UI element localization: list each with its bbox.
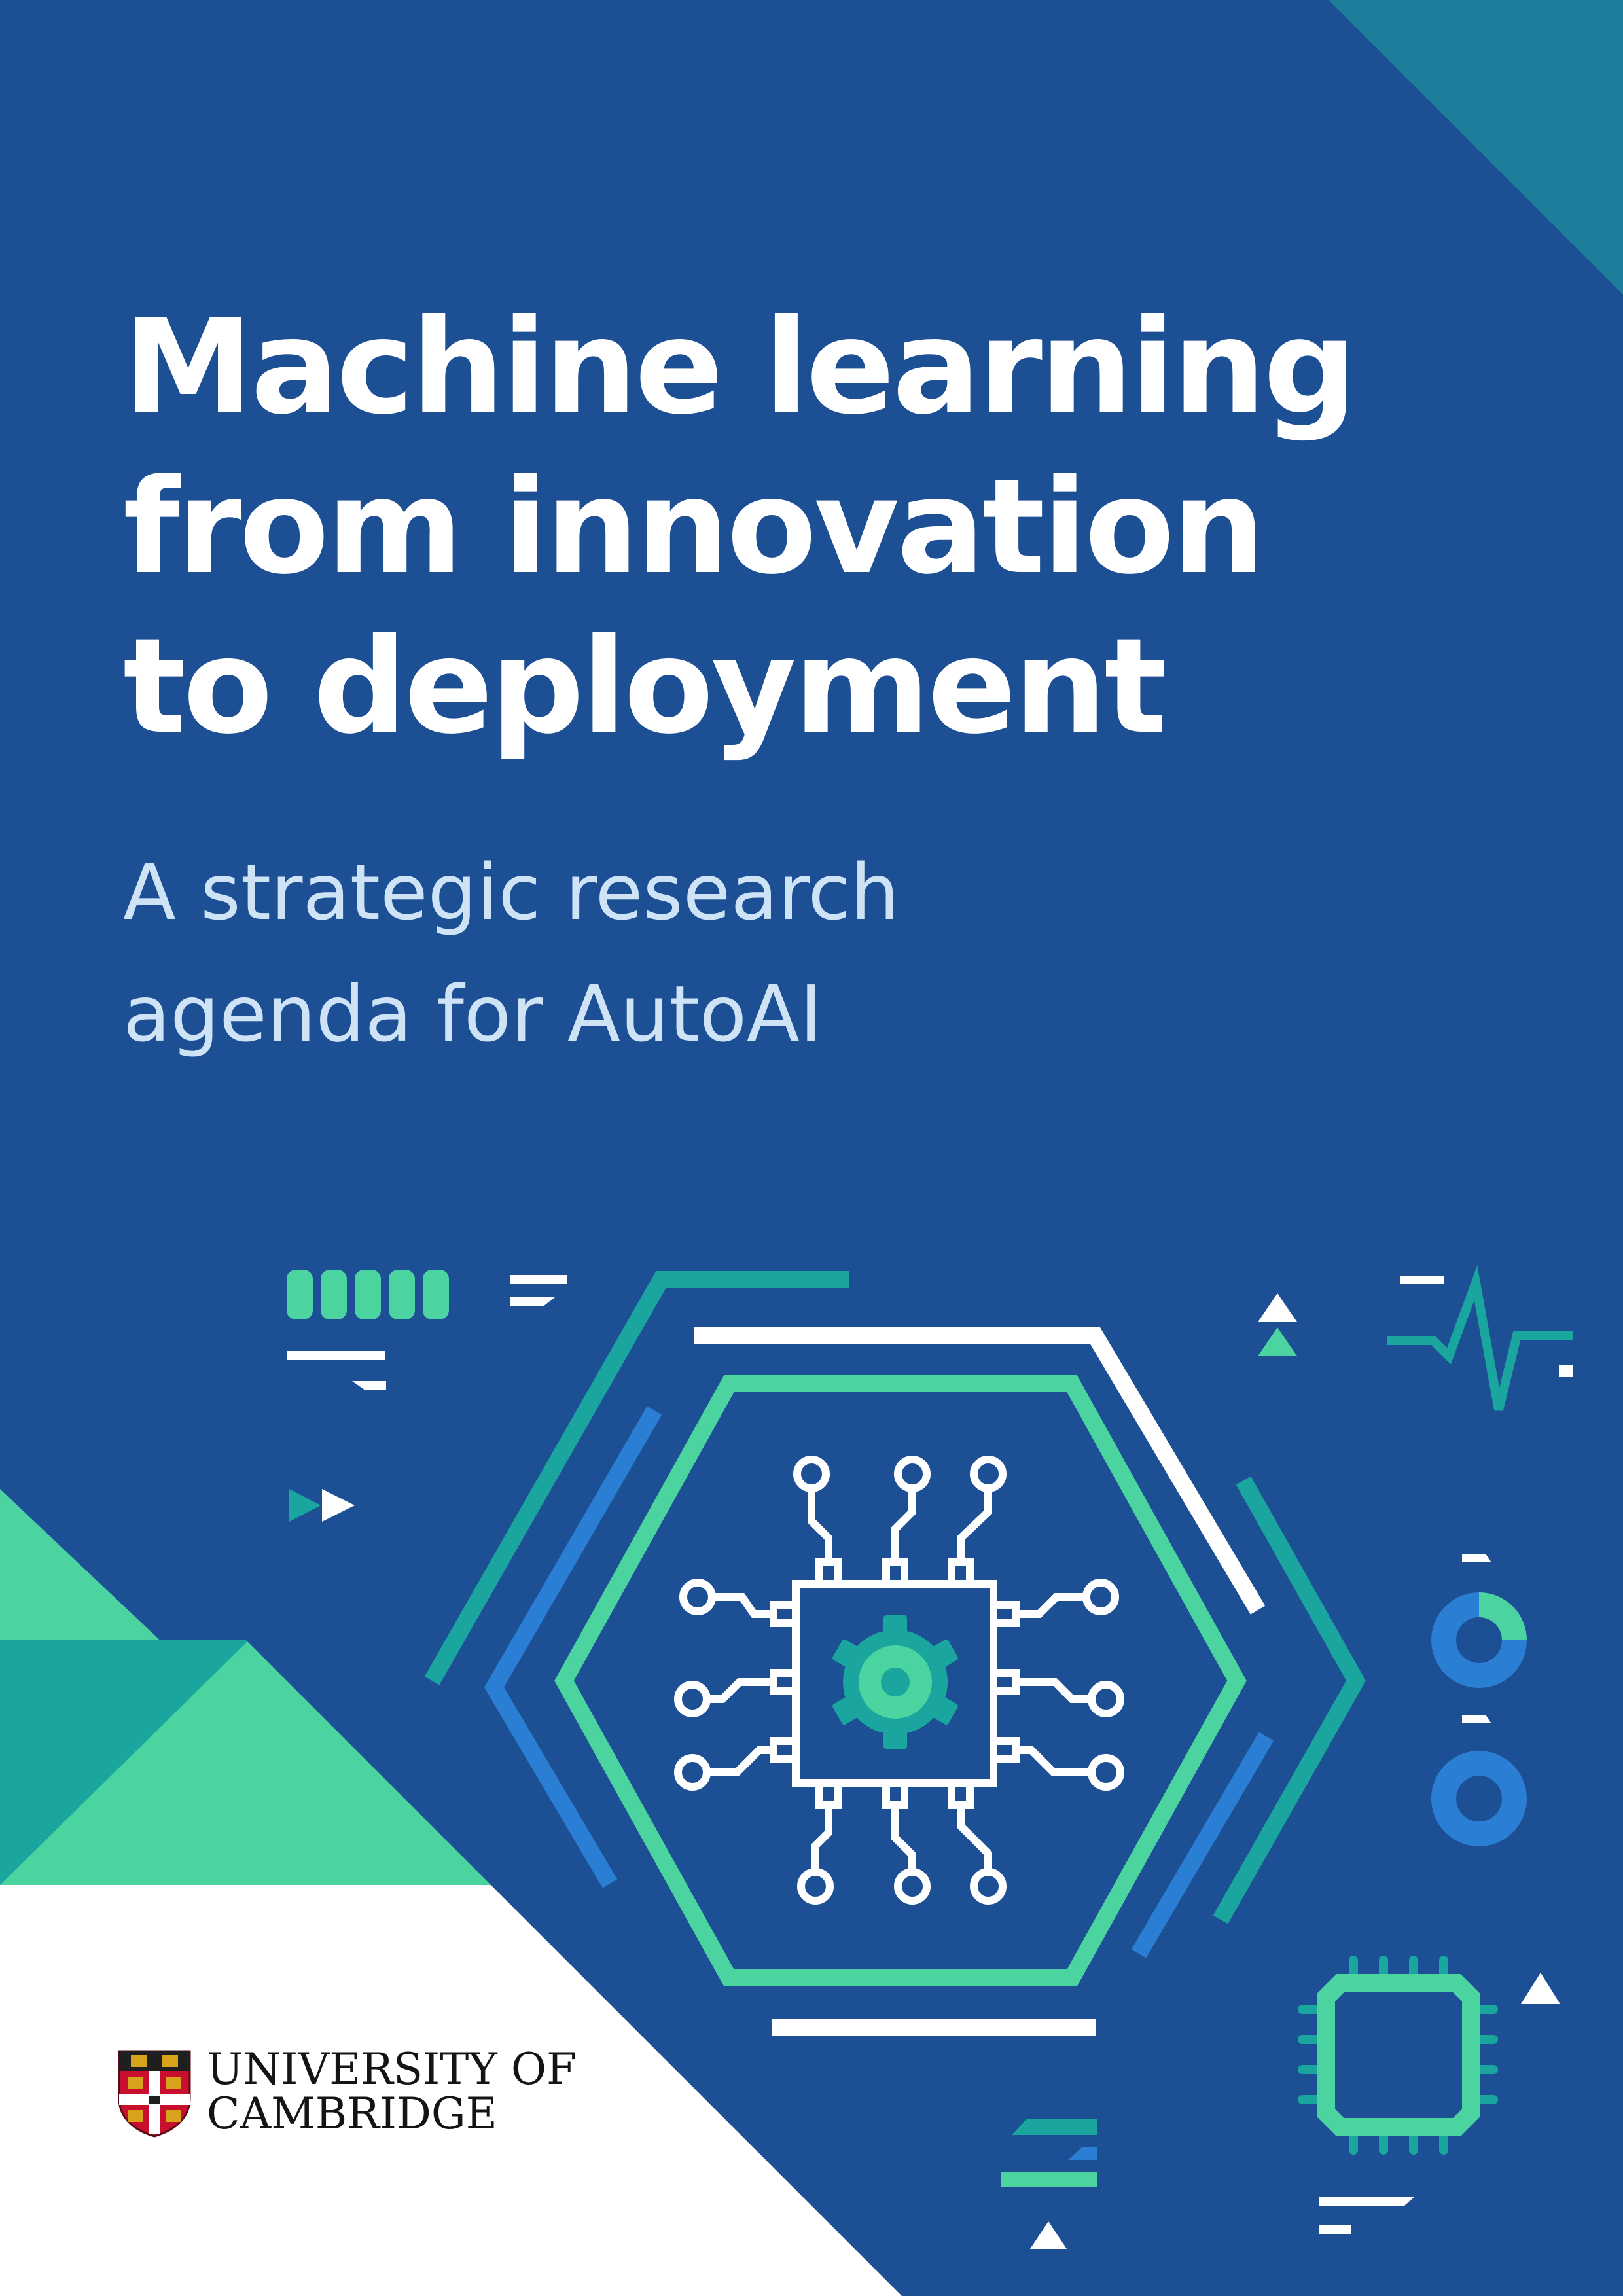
logo-line-2: CAMBRIDGE bbox=[207, 2089, 497, 2139]
logo-line-1: UNIVERSITY OF bbox=[207, 2044, 577, 2094]
gear-icon bbox=[832, 1615, 958, 1749]
stacked-triangles-icon bbox=[1258, 1293, 1297, 1356]
flag-stripes-icon bbox=[1001, 2119, 1097, 2187]
page-subtitle: A strategic research agenda for AutoAI bbox=[123, 831, 899, 1075]
donut-chart-icon-2 bbox=[1431, 1715, 1527, 1846]
triangle-icon-right bbox=[1521, 1973, 1560, 2004]
pill-row-icon bbox=[287, 1270, 449, 1319]
subtitle-line-2: agenda for AutoAI bbox=[123, 969, 823, 1059]
title-line-2: from innovation bbox=[123, 451, 1265, 603]
page-title: Machine learning from innovation to depl… bbox=[123, 288, 1497, 767]
donut-chart-icon-1 bbox=[1431, 1554, 1527, 1688]
report-cover: Machine learning from innovation to depl… bbox=[0, 0, 1623, 2296]
triangle-icon-bottom bbox=[1030, 2221, 1067, 2249]
university-logo[interactable]: UNIVERSITY OF CAMBRIDGE bbox=[116, 2047, 588, 2139]
hexagon-chip-gear-icon bbox=[424, 1271, 1366, 2036]
corner-triangle-top-right bbox=[1329, 0, 1623, 295]
play-arrows-icon bbox=[289, 1489, 355, 1522]
subtitle-line-1: A strategic research bbox=[123, 847, 900, 937]
dash-lines-icon-bottom bbox=[1319, 2197, 1415, 2234]
pulse-line-icon bbox=[1387, 1265, 1573, 1411]
university-wordmark: UNIVERSITY OF CAMBRIDGE bbox=[207, 2047, 577, 2136]
university-crest-shield-icon bbox=[118, 2050, 191, 2138]
chip-outline-icon bbox=[1298, 1956, 1498, 2155]
title-line-1: Machine learning bbox=[123, 291, 1357, 444]
title-line-3: to deployment bbox=[123, 611, 1167, 763]
